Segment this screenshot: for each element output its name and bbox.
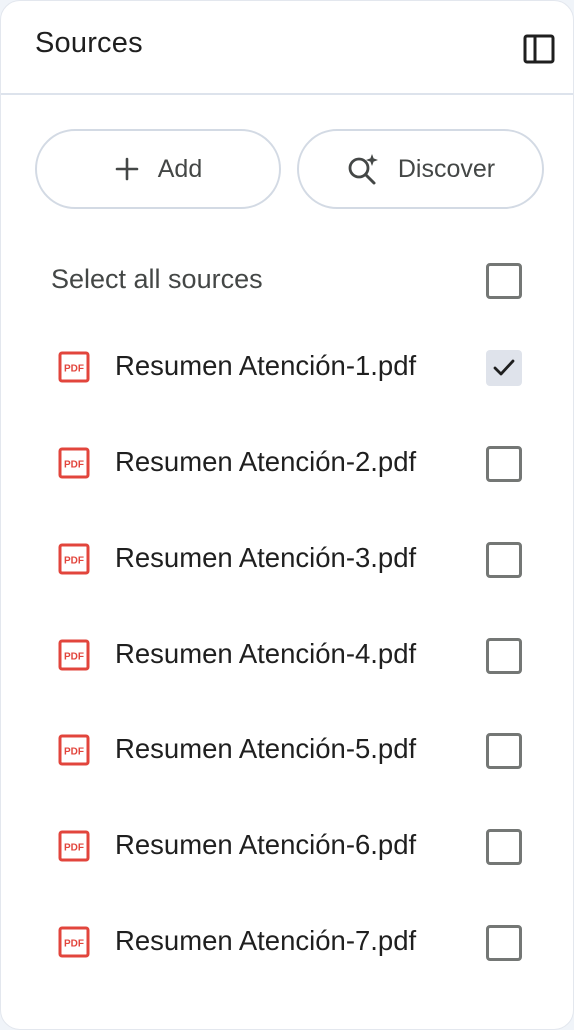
source-checkbox[interactable] [486,829,522,865]
pdf-icon: PDF [58,447,90,479]
add-source-button[interactable]: Add [35,129,281,209]
source-item[interactable]: PDF Resumen Atención-7.pdf [1,909,574,979]
pdf-icon: PDF [58,639,90,671]
plus-icon [114,156,140,182]
source-checkbox[interactable] [486,350,522,386]
source-checkbox[interactable] [486,925,522,961]
select-all-label: Select all sources [51,264,263,294]
source-name: Resumen Atención-5.pdf [115,733,417,764]
pdf-icon: PDF [58,543,90,575]
source-item[interactable]: PDF Resumen Atención-4.pdf [1,622,574,692]
add-button-label: Add [157,154,203,183]
source-name: Resumen Atención-1.pdf [115,350,417,381]
source-name: Resumen Atención-7.pdf [115,925,417,956]
sources-panel: Sources Add Discover Select all sources … [0,0,574,1030]
discover-sources-button[interactable]: Discover [297,129,544,209]
svg-text:PDF: PDF [64,843,84,854]
source-item[interactable]: PDF Resumen Atención-5.pdf [1,717,574,787]
source-name: Resumen Atención-2.pdf [115,446,417,477]
source-checkbox[interactable] [486,733,522,769]
panel-header: Sources [1,1,573,95]
source-checkbox[interactable] [486,446,522,482]
source-item[interactable]: PDF Resumen Atención-1.pdf [1,334,574,404]
svg-text:PDF: PDF [64,460,84,471]
pdf-icon: PDF [58,926,90,958]
pdf-icon: PDF [58,830,90,862]
side-panel-icon[interactable] [521,31,557,67]
svg-text:PDF: PDF [64,556,84,567]
svg-text:PDF: PDF [64,939,84,950]
pdf-icon: PDF [58,734,90,766]
svg-text:PDF: PDF [64,747,84,758]
discover-button-label: Discover [397,154,496,183]
source-name: Resumen Atención-6.pdf [115,829,417,860]
source-name: Resumen Atención-3.pdf [115,542,417,573]
sparkle-search-icon [346,152,380,186]
panel-title: Sources [35,27,143,59]
source-item[interactable]: PDF Resumen Atención-2.pdf [1,430,574,500]
source-name: Resumen Atención-4.pdf [115,638,417,669]
source-checkbox[interactable] [486,542,522,578]
checkmark-icon [493,359,515,376]
source-item[interactable]: PDF Resumen Atención-6.pdf [1,813,574,883]
source-checkbox[interactable] [486,638,522,674]
svg-text:PDF: PDF [64,364,84,375]
svg-text:PDF: PDF [64,652,84,663]
select-all-checkbox[interactable] [486,263,522,299]
source-item[interactable]: PDF Resumen Atención-3.pdf [1,526,574,596]
pdf-icon: PDF [58,351,90,383]
